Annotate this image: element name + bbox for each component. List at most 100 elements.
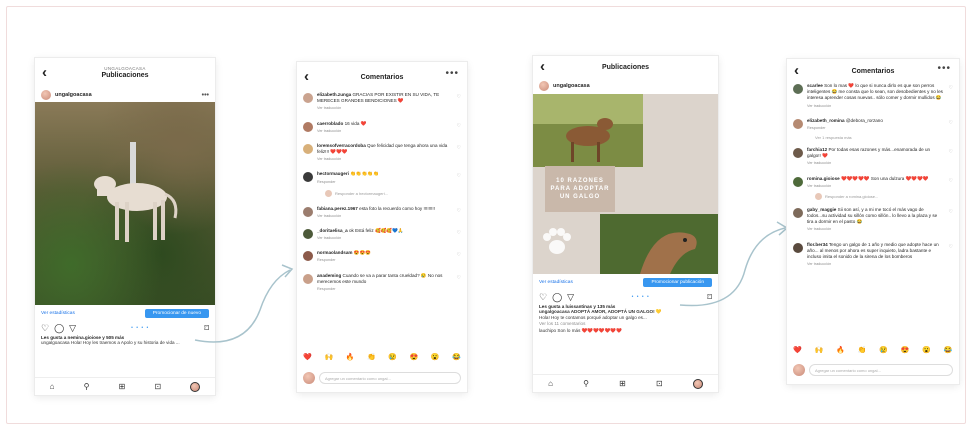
avatar[interactable] [793,242,803,253]
heart-icon[interactable]: ♡ [949,209,953,215]
search-icon[interactable]: ⚲ [84,382,90,391]
emoji-heart-eyes[interactable]: 😍 [901,346,910,354]
heart-icon[interactable]: ♡ [949,178,953,184]
heart-icon[interactable]: ♡ [457,252,461,258]
comment-meta[interactable]: Ver traducción [807,227,943,232]
heart-icon[interactable]: ♡ [457,275,461,281]
heart-icon[interactable]: ♡ [457,173,461,179]
add-icon[interactable]: ⊞ [119,382,126,391]
more-replies-link[interactable]: Ver 1 respuesta más [793,135,953,140]
comment-meta[interactable]: Responder [317,258,451,263]
profile-icon[interactable] [190,381,201,392]
emoji-raised-hands[interactable]: 🙌 [325,353,334,361]
comment-user[interactable]: fabiana.perez.1967 [317,206,358,211]
avatar[interactable] [303,273,313,284]
post-photo-dog[interactable] [35,102,215,305]
emoji-fire[interactable]: 🔥 [836,346,845,354]
comment-user[interactable]: scarlee [807,83,823,88]
search-icon[interactable]: ⚲ [583,379,589,388]
emoji-clap[interactable]: 👏 [858,346,867,354]
comment-user[interactable]: caerroblado [317,121,343,126]
emoji-clap[interactable]: 👏 [367,353,376,361]
home-icon[interactable]: ⌂ [50,382,55,391]
username[interactable]: ungalgoacasa [553,83,590,89]
avatar[interactable] [793,207,803,218]
heart-icon[interactable]: ♡ [539,292,547,303]
comment-user[interactable]: loremsofverracordoba [317,143,366,148]
comment-meta[interactable]: Ver traducción [807,161,943,166]
comment-input[interactable]: Agregar un comentario como ungal... [319,372,461,384]
back-icon[interactable]: ‹ [794,62,799,79]
emoji-wow[interactable]: 😮 [922,346,931,354]
heart-icon[interactable]: ♡ [41,323,49,334]
back-icon[interactable]: ‹ [540,58,545,75]
home-icon[interactable]: ⌂ [548,379,553,388]
comment-icon[interactable]: ◯ [552,292,562,303]
comment-user[interactable]: romina.gioiose [807,176,840,181]
comment-user[interactable]: hectormaugeri [317,171,349,176]
view-stats-link[interactable]: Ver estadísticas [41,311,75,316]
emoji-cry[interactable]: 😢 [388,353,397,361]
send-icon[interactable]: ▽ [567,292,574,303]
comment-icon[interactable]: ◯ [54,323,64,334]
reply-prompt[interactable]: Responder a hectormaugeri... [303,189,461,197]
comment-user[interactable]: gaby_maggie [807,207,836,212]
heart-icon[interactable]: ♡ [457,94,461,100]
comment-meta[interactable]: Ver traducción [317,157,451,162]
avatar[interactable] [303,172,313,183]
reply-prompt[interactable]: Responder a romina.gioiose... [793,192,953,200]
heart-icon[interactable]: ♡ [457,123,461,129]
avatar[interactable] [539,81,549,91]
username[interactable]: ungalgoacasa [55,92,92,98]
heart-icon[interactable]: ♡ [457,230,461,236]
emoji-laugh[interactable]: 😂 [944,346,953,354]
comment-meta[interactable]: Ver traducción [807,104,943,109]
comment-user[interactable]: elizabeth_romina [807,118,845,123]
emoji-raised-hands[interactable]: 🙌 [815,346,824,354]
avatar[interactable] [793,118,803,129]
emoji-laugh[interactable]: 😂 [452,353,461,361]
avatar[interactable] [793,148,803,158]
avatar[interactable] [303,206,313,217]
comment-user[interactable]: anademing [317,273,341,278]
avatar[interactable] [303,93,313,103]
comment-meta[interactable]: Responder [317,180,451,185]
heart-icon[interactable]: ♡ [949,120,953,126]
comment-user[interactable]: flor.ber34 [807,242,828,247]
avatar[interactable] [793,84,803,94]
comment-meta[interactable]: Ver traducción [807,262,943,267]
heart-icon[interactable]: ♡ [949,85,953,91]
comment-meta[interactable]: Responder [317,287,451,292]
heart-icon[interactable]: ♡ [949,149,953,155]
avatar[interactable] [303,251,313,262]
more-icon[interactable]: ••• [937,63,951,74]
avatar[interactable] [793,176,803,187]
profile-icon[interactable] [692,378,703,389]
emoji-fire[interactable]: 🔥 [346,353,355,361]
more-icon[interactable]: ••• [202,92,209,99]
comment-input[interactable]: Agregar un comentario como ungal... [809,364,953,376]
more-icon[interactable]: ••• [445,68,459,79]
avatar[interactable] [41,90,51,100]
back-icon[interactable]: ‹ [304,68,309,85]
emoji-heart-eyes[interactable]: 😍 [410,353,419,361]
heart-icon[interactable]: ♡ [457,145,461,151]
comment-meta[interactable]: Ver traducción [317,106,451,111]
comment-meta[interactable]: Ver traducción [317,214,451,219]
avatar[interactable] [303,143,313,154]
comment-user[interactable]: normaolandsam [317,250,352,255]
view-stats-link[interactable]: Ver estadísticas [539,280,573,285]
comment-meta[interactable]: Ver traducción [317,236,451,241]
comment-meta[interactable]: Responder [807,126,943,131]
emoji-wow[interactable]: 😮 [431,353,440,361]
avatar[interactable] [303,228,313,239]
heart-icon[interactable]: ♡ [457,208,461,214]
emoji-cry[interactable]: 😢 [879,346,888,354]
comment-user[interactable]: farchia12 [807,147,827,152]
shop-icon[interactable]: ⊡ [155,382,162,391]
emoji-heart[interactable]: ❤️ [303,353,312,361]
avatar[interactable] [303,121,313,132]
heart-icon[interactable]: ♡ [949,244,953,250]
add-icon[interactable]: ⊞ [619,379,626,388]
comment-meta[interactable]: Ver traducción [317,129,451,134]
